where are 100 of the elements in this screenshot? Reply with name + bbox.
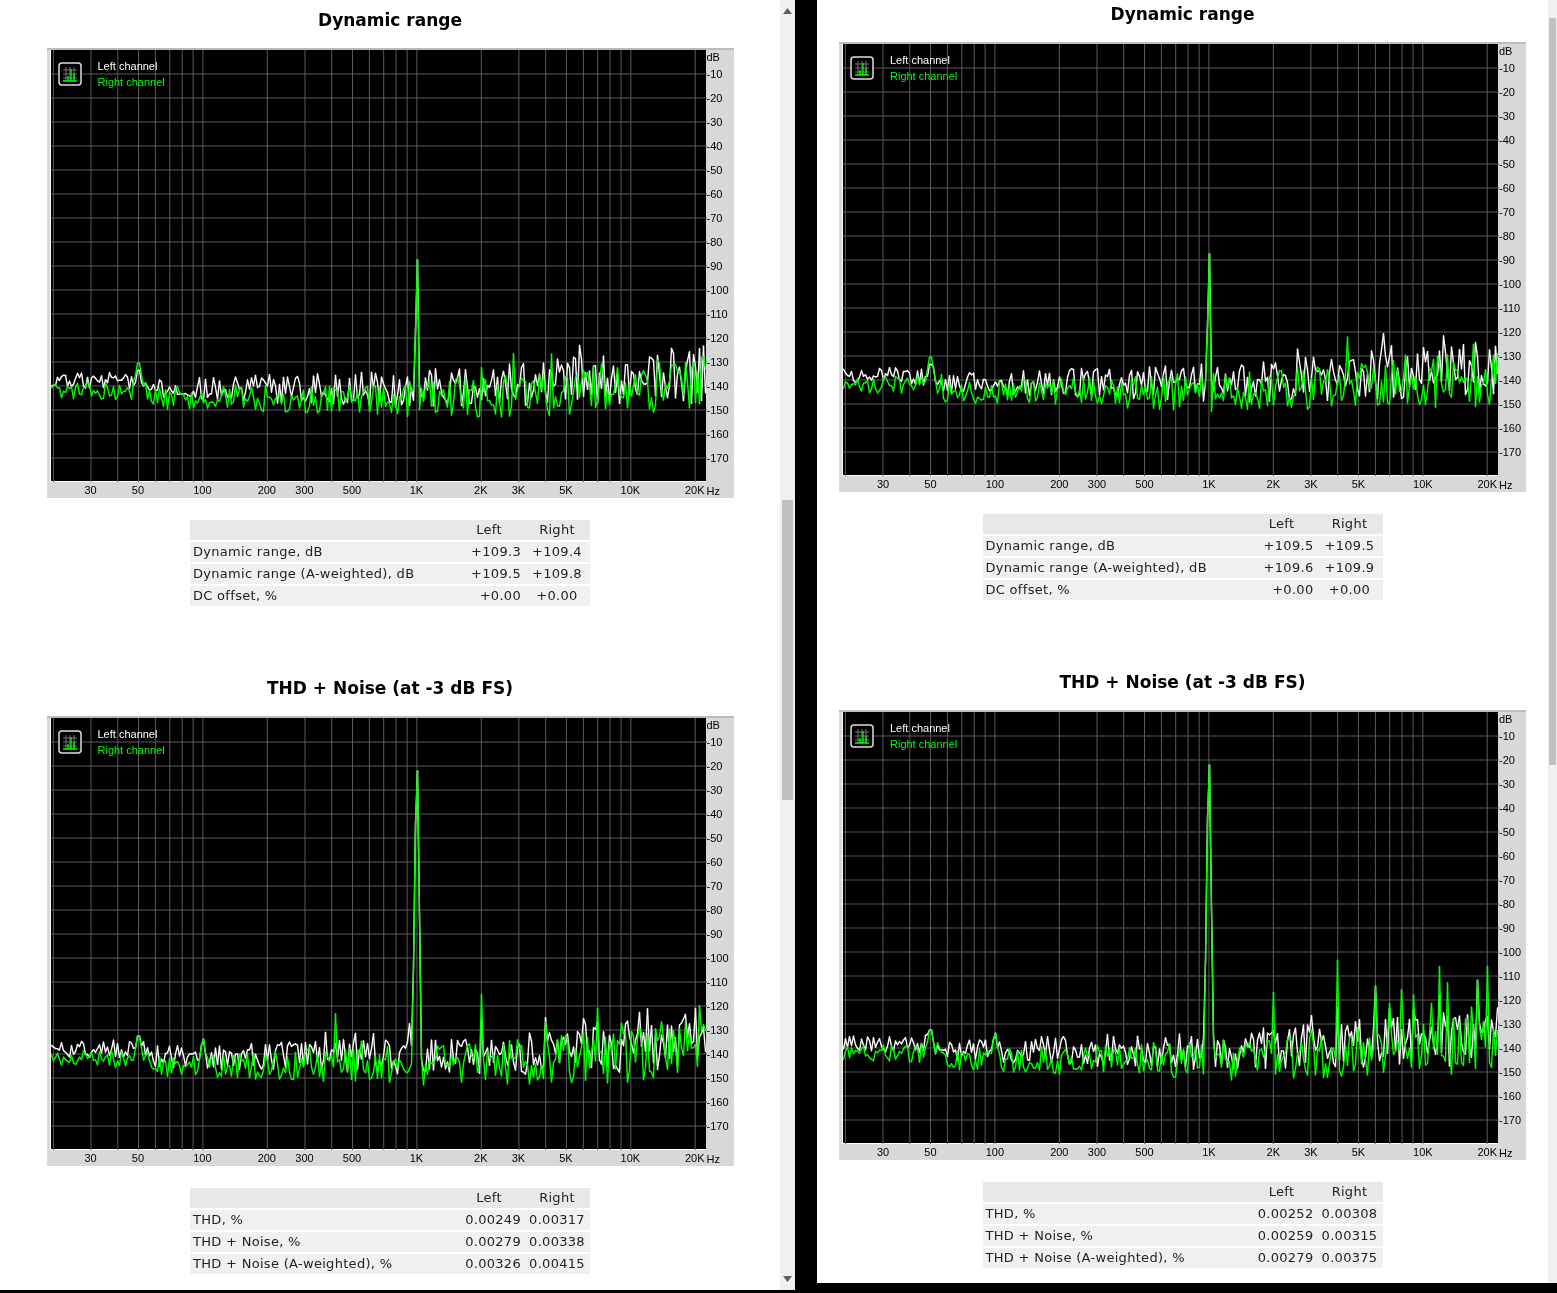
axis-label: 2K xyxy=(1266,1145,1280,1159)
axis-label: -150 xyxy=(706,1072,729,1084)
scrollbar-thumb[interactable] xyxy=(1549,18,1556,765)
axis-label: 500 xyxy=(342,1151,362,1165)
column-header: Left xyxy=(1246,1182,1317,1202)
axis-label: -60 xyxy=(1499,850,1515,862)
axis-label: 2K xyxy=(1266,477,1280,491)
axis-label: -50 xyxy=(1499,158,1515,170)
axis-label: -140 xyxy=(706,1048,729,1060)
table-cell: 0.00308 xyxy=(1316,1204,1383,1224)
table-cell: DC offset, % xyxy=(190,586,454,606)
axis-label: -90 xyxy=(706,928,723,940)
column-header: Right xyxy=(1316,1182,1383,1202)
axis-label: -50 xyxy=(706,832,723,844)
axis-label: -80 xyxy=(1499,230,1515,242)
table-cell: 0.00415 xyxy=(524,1254,590,1274)
table-cell: 0.00279 xyxy=(1246,1248,1317,1268)
table-cell: +109.9 xyxy=(1316,558,1383,578)
table-cell: THD, % xyxy=(190,1210,454,1230)
axis-label: 20K xyxy=(684,483,705,497)
table-cell: +109.8 xyxy=(524,564,590,584)
axis-label: -20 xyxy=(706,92,723,104)
table-cell: +0.00 xyxy=(524,586,590,606)
axis-label: 100 xyxy=(193,483,212,497)
axis-label: -40 xyxy=(1499,134,1515,146)
scrollbar-thumb[interactable] xyxy=(782,500,793,800)
axis-label: -80 xyxy=(1499,898,1515,910)
axis-label: 500 xyxy=(1135,477,1154,491)
axis-label: dB xyxy=(706,51,720,63)
legend-label: Right channel xyxy=(97,75,165,90)
column-header: Right xyxy=(524,1188,590,1208)
axis-label: -150 xyxy=(706,404,729,416)
axis-label: -130 xyxy=(706,356,729,368)
axis-label: -160 xyxy=(1499,1090,1522,1102)
scrollbar[interactable] xyxy=(1548,0,1557,1283)
axis-label: -60 xyxy=(706,188,723,200)
axis-label: -60 xyxy=(706,856,723,868)
axis-label: 100 xyxy=(985,477,1005,491)
axis-label: -170 xyxy=(706,1120,729,1132)
table-cell: THD + Noise (A-weighted), % xyxy=(982,1248,1247,1268)
scroll-up-icon[interactable] xyxy=(783,8,792,14)
section-title: THD + Noise (at -3 dB FS) xyxy=(1059,671,1306,694)
axis-label: 30 xyxy=(84,483,97,497)
axis-label: -130 xyxy=(1499,350,1522,362)
axis-unit: Hz xyxy=(706,1152,720,1166)
axis-label: -40 xyxy=(706,808,723,820)
axis-label: -110 xyxy=(1499,970,1521,982)
axis-label: 1K xyxy=(409,483,424,497)
axis-label: 30 xyxy=(876,1145,890,1159)
axis-label: 30 xyxy=(84,1151,97,1165)
axis-label: -20 xyxy=(1499,754,1515,766)
table-cell: +109.6 xyxy=(1246,558,1317,578)
table-cell: +0.00 xyxy=(1246,580,1317,600)
axis-label: -70 xyxy=(1499,874,1515,886)
section-title: THD + Noise (at -3 dB FS) xyxy=(266,677,514,700)
axis-label: -170 xyxy=(1499,1114,1522,1126)
axis-label: -100 xyxy=(1499,278,1522,290)
axis-label: -40 xyxy=(706,140,723,152)
table-cell: 0.00252 xyxy=(1246,1204,1317,1224)
axis-label: 100 xyxy=(193,1151,212,1165)
scroll-down-icon[interactable] xyxy=(783,1276,792,1282)
axis-label: 500 xyxy=(342,483,362,497)
axis-label: 20K xyxy=(1477,1145,1497,1159)
axis-label: -100 xyxy=(706,284,729,296)
table-cell: 0.00259 xyxy=(1246,1226,1317,1246)
scrollbar[interactable] xyxy=(780,0,795,1290)
axis-label: -130 xyxy=(706,1024,729,1036)
axis-label: -20 xyxy=(706,760,723,772)
axis-label: 200 xyxy=(257,483,276,497)
axis-label: -60 xyxy=(1499,182,1515,194)
axis-label: -170 xyxy=(1499,446,1522,458)
table-cell: Dynamic range (A-weighted), dB xyxy=(190,564,454,584)
axis-label: -150 xyxy=(1499,1066,1522,1078)
axis-label: 200 xyxy=(257,1151,276,1165)
axis-label: -10 xyxy=(1499,62,1515,74)
axis-label: 1K xyxy=(409,1151,424,1165)
axis-label: -30 xyxy=(706,784,723,796)
axis-label: -30 xyxy=(706,116,723,128)
legend-label: Left channel xyxy=(97,59,159,74)
axis-label: -140 xyxy=(1499,374,1522,386)
column-header: Right xyxy=(524,520,590,540)
axis-unit: Hz xyxy=(1499,478,1513,492)
axis-label: 10K xyxy=(620,1151,641,1165)
axis-label: -70 xyxy=(706,880,723,892)
axis-label: 5K xyxy=(1351,477,1366,491)
axis-label: 200 xyxy=(1050,477,1069,491)
axis-label: -10 xyxy=(706,736,723,748)
axis-label: 100 xyxy=(985,1145,1005,1159)
axis-label: 3K xyxy=(1304,477,1318,491)
axis-label: 5K xyxy=(559,483,573,497)
axis-label: -10 xyxy=(1499,730,1515,742)
table-cell: +109.5 xyxy=(1316,536,1383,556)
axis-label: -120 xyxy=(1499,326,1522,338)
section-title: Dynamic range xyxy=(1110,3,1255,26)
axis-label: 10K xyxy=(1413,1145,1433,1159)
axis-label: -50 xyxy=(1499,826,1515,838)
axis-label: -30 xyxy=(1499,778,1515,790)
axis-label: -110 xyxy=(1499,302,1521,314)
column-header: Left xyxy=(454,1188,524,1208)
axis-label: -110 xyxy=(706,976,728,988)
